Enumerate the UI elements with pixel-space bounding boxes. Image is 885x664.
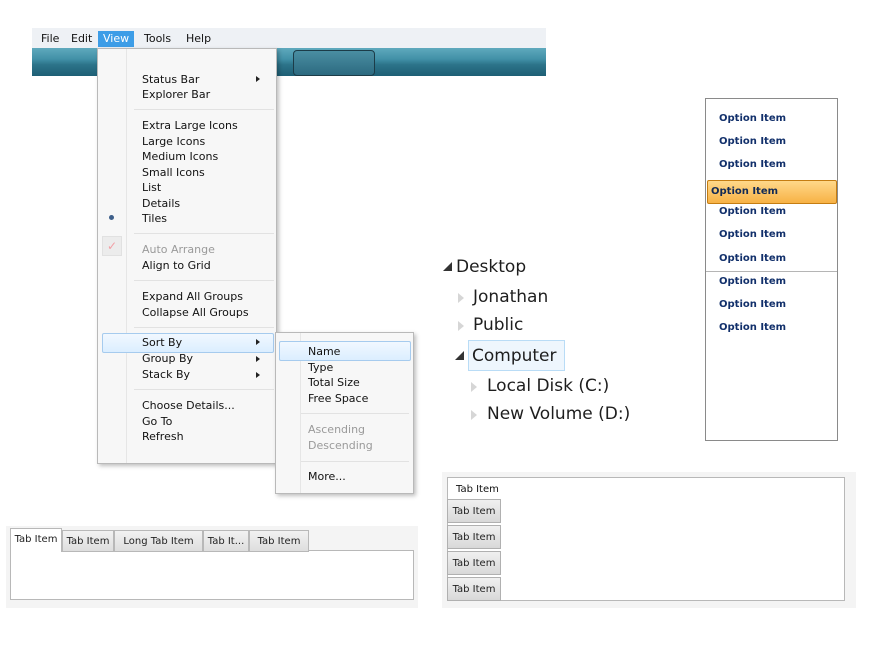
sort-by-submenu: Name Type Total Size Free Space Ascendin…: [275, 332, 414, 494]
vertical-tab-content: [447, 477, 845, 601]
option-item[interactable]: Option Item: [719, 136, 786, 147]
option-item[interactable]: Option Item: [719, 206, 786, 217]
menu-item-descending: Descending: [308, 439, 373, 452]
menu-item-expand-all-groups[interactable]: Expand All Groups: [142, 289, 243, 304]
menu-item-refresh[interactable]: Refresh: [142, 429, 184, 444]
menu-item-details[interactable]: Details: [142, 196, 180, 211]
tab-item-5[interactable]: Tab Item: [249, 530, 309, 552]
menu-item-free-space[interactable]: Free Space: [308, 391, 368, 406]
vertical-tab-item[interactable]: Tab Item: [447, 499, 501, 523]
submenu-arrow-icon: [256, 76, 260, 82]
submenu-arrow-icon: [256, 339, 260, 345]
menu-item-status-bar[interactable]: Status Bar: [142, 72, 268, 87]
option-item[interactable]: Option Item: [719, 159, 786, 170]
menu-item-large-icons[interactable]: Large Icons: [142, 134, 205, 149]
option-item[interactable]: Option Item: [719, 276, 786, 287]
vertical-tab-header[interactable]: Tab Item: [456, 484, 499, 495]
menu-file[interactable]: File: [38, 31, 62, 47]
menu-item-group-by[interactable]: Group By: [142, 351, 268, 366]
vertical-tab-item[interactable]: Tab Item: [447, 525, 501, 549]
menu-separator: [134, 280, 274, 281]
collapsed-arrow-icon[interactable]: [471, 410, 477, 420]
menu-view[interactable]: View: [98, 31, 135, 47]
menu-bar: File Edit View Tools Help: [32, 28, 546, 49]
menu-item-go-to[interactable]: Go To: [142, 414, 172, 429]
menu-item-sort-by[interactable]: Sort By: [142, 335, 268, 350]
menu-separator: [134, 109, 274, 110]
tab-long-item[interactable]: Long Tab Item: [114, 530, 203, 552]
menu-item-type[interactable]: Type: [308, 360, 333, 375]
menu-item-auto-arrange: Auto Arrange: [142, 243, 215, 256]
submenu-arrow-icon: [256, 356, 260, 362]
tree-node-public[interactable]: Public: [473, 315, 523, 335]
tree-view: Desktop Jonathan Public Computer Local D…: [440, 250, 640, 440]
toolbar-button[interactable]: [293, 50, 375, 76]
option-listbox: Option Item Option Item Option Item Opti…: [705, 98, 838, 441]
tab-item-2[interactable]: Tab Item: [62, 530, 114, 552]
submenu-arrow-icon: [256, 372, 260, 378]
menu-item-medium-icons[interactable]: Medium Icons: [142, 149, 218, 164]
menu-help[interactable]: Help: [183, 31, 214, 47]
menu-item-label: Status Bar: [142, 73, 200, 86]
menu-item-total-size[interactable]: Total Size: [308, 375, 360, 390]
collapsed-arrow-icon[interactable]: [471, 382, 477, 392]
menu-separator: [134, 389, 274, 390]
tree-node-desktop[interactable]: Desktop: [456, 257, 526, 277]
list-separator: [706, 271, 837, 272]
menu-item-stack-by[interactable]: Stack By: [142, 367, 268, 382]
collapsed-arrow-icon[interactable]: [458, 321, 464, 331]
tree-node-computer[interactable]: Computer: [472, 346, 557, 366]
checkmark-icon: ✓: [102, 236, 122, 256]
menu-tools[interactable]: Tools: [141, 31, 174, 47]
menu-item-collapse-all-groups[interactable]: Collapse All Groups: [142, 305, 249, 320]
menu-item-name[interactable]: Name: [308, 344, 340, 359]
option-item-selected[interactable]: Option Item: [707, 180, 837, 204]
tab-item-1[interactable]: Tab Item: [10, 528, 62, 552]
menu-separator: [301, 461, 409, 462]
tree-node-jonathan[interactable]: Jonathan: [473, 287, 548, 307]
menu-item-label: Stack By: [142, 368, 191, 381]
radio-bullet-icon: [109, 215, 114, 220]
option-item[interactable]: Option Item: [719, 322, 786, 333]
tree-node-local-disk[interactable]: Local Disk (C:): [487, 376, 609, 396]
collapsed-arrow-icon[interactable]: [458, 293, 464, 303]
expanded-arrow-icon[interactable]: [443, 262, 452, 271]
menu-item-extra-large-icons[interactable]: Extra Large Icons: [142, 118, 238, 133]
option-item[interactable]: Option Item: [719, 253, 786, 264]
menu-item-label: Group By: [142, 352, 194, 365]
menu-edit[interactable]: Edit: [68, 31, 95, 47]
menu-item-align-to-grid[interactable]: Align to Grid: [142, 258, 211, 273]
tab-truncated-item[interactable]: Tab It...: [203, 530, 249, 552]
expanded-arrow-icon[interactable]: [455, 351, 464, 360]
menu-separator: [134, 327, 274, 328]
menu-gutter: [126, 49, 127, 463]
menu-item-label: Sort By: [142, 336, 183, 349]
menu-item-choose-details[interactable]: Choose Details...: [142, 398, 235, 413]
option-item[interactable]: Option Item: [719, 229, 786, 240]
menu-item-tiles[interactable]: Tiles: [142, 211, 167, 226]
vertical-tab-item[interactable]: Tab Item: [447, 577, 501, 601]
menu-separator: [301, 413, 409, 414]
option-item[interactable]: Option Item: [719, 299, 786, 310]
vertical-tab-item[interactable]: Tab Item: [447, 551, 501, 575]
menu-item-ascending: Ascending: [308, 423, 366, 436]
view-menu: Status Bar Explorer Bar Extra Large Icon…: [97, 48, 277, 464]
option-item[interactable]: Option Item: [719, 113, 786, 124]
tab-content: [10, 550, 414, 600]
menu-item-highlight: [279, 341, 411, 361]
option-item-label: Option Item: [711, 186, 779, 197]
menu-item-explorer-bar[interactable]: Explorer Bar: [142, 87, 210, 102]
menu-separator: [134, 233, 274, 234]
tree-node-new-volume[interactable]: New Volume (D:): [487, 404, 630, 424]
menu-item-small-icons[interactable]: Small Icons: [142, 165, 205, 180]
menu-item-list[interactable]: List: [142, 180, 161, 195]
menu-item-more[interactable]: More...: [308, 469, 346, 484]
